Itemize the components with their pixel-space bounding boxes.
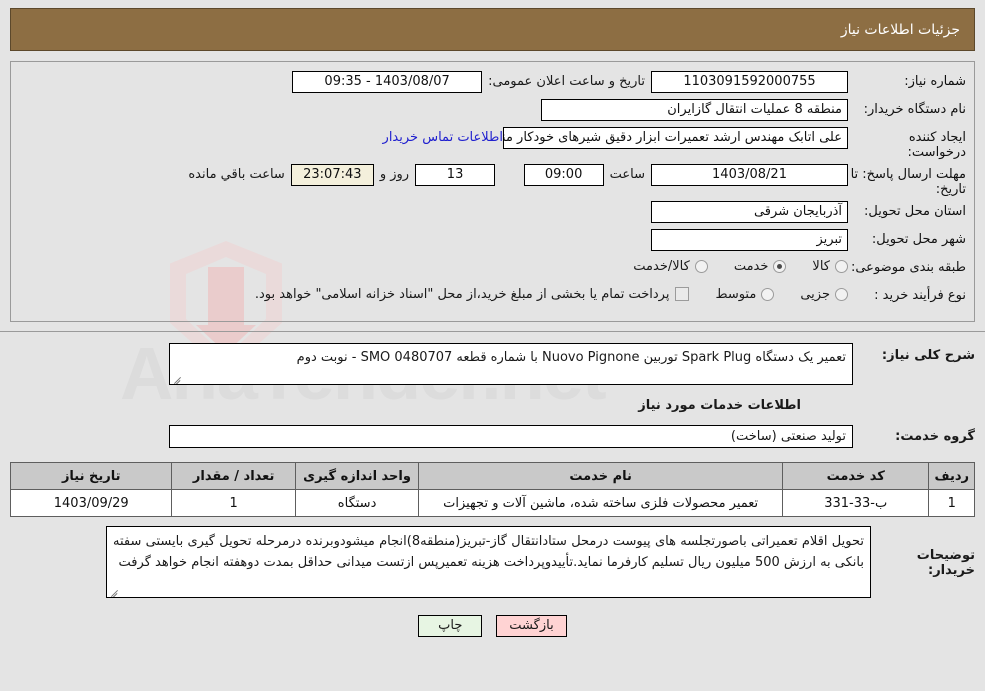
treasury-checkbox-label: پرداخت تمام یا بخشی از مبلغ خرید،از محل … [254,287,670,302]
remaining-hours-label: ساعت باقي مانده [188,167,285,182]
spacer-gap [495,164,524,182]
buyer-contact-link[interactable]: اطلاعات تماس خریدار [383,127,503,145]
announce-datetime-field[interactable]: 1403/08/07 - 09:35 [292,71,483,93]
row-buyer-notes: توضیحات خریدار: تحویل اقلام تعمیراتی باص… [10,526,975,598]
row-need-number: شماره نیاز: 1103091592000755 تاریخ و ساع… [19,71,966,95]
th-need-date: تاریخ نیاز [9,462,173,490]
back-button[interactable]: بازگشت [496,615,567,637]
process-radio-minor[interactable]: جزیی [800,287,848,302]
need-number-field[interactable]: 1103091592000755 [651,71,848,93]
row-deadline: مهلت ارسال پاسخ: تا تاریخ: 1403/08/21 سا… [19,164,966,197]
province-field[interactable]: آذربایجان شرقی [651,201,848,223]
row-category: طبقه بندی موضوعی: کالا خدمت کالا/خدمت [19,257,966,281]
details-section: شرح کلی نیاز: تعمیر یک دستگاه Spark Plug… [10,343,975,448]
row-general-description: شرح کلی نیاز: تعمیر یک دستگاه Spark Plug… [10,343,975,385]
cell-radif: 1 [928,489,975,517]
table-header-row: ردیف کد خدمت نام خدمت واحد اندازه گیری ت… [9,462,975,490]
row-buyer-org: نام دستگاه خریدار: منطقه 8 عملیات انتقال… [19,99,966,123]
resize-grip-icon[interactable] [172,373,182,383]
cell-unit: دستگاه [294,489,420,517]
buyer-org-field[interactable]: منطقه 8 عملیات انتقال گازایران [541,99,848,121]
deadline-label: مهلت ارسال پاسخ: تا تاریخ: [850,167,966,197]
process-label: نوع فرأیند خرید : [874,288,966,303]
general-description-textarea[interactable]: تعمیر یک دستگاه Spark Plug توربین Nuovo … [169,343,853,385]
category-radio-group: کالا خدمت کالا/خدمت [607,257,848,274]
cell-service-code: ب-33-331 [781,489,930,517]
deadline-hour-field[interactable]: 09:00 [523,164,604,186]
creator-label: ایجاد کننده درخواست: [907,130,966,160]
row-city: شهر محل تحویل: تبریز [19,229,966,253]
row-service-group: گروه خدمت: تولید صنعتی (ساخت) [10,425,975,448]
category-radio-goods[interactable]: کالا [812,259,848,274]
service-group-label: گروه خدمت: [895,429,975,444]
footer-actions: بازگشت چاپ [0,615,985,637]
cell-service-name: تعمیر محصولات فلزی ساخته شده، ماشین آلات… [418,489,783,517]
category-radio-service-label: خدمت [733,259,769,274]
page-root: AriaTender.net جزئیات اطلاعات نیاز شماره… [0,8,985,691]
category-radio-goods-service-label: کالا/خدمت [633,259,690,274]
radio-icon[interactable] [835,288,848,301]
category-radio-goods-label: کالا [812,259,830,274]
announce-label: تاریخ و ساعت اعلان عمومی: [488,74,645,89]
th-service-code: کد خدمت [781,462,930,490]
buyer-notes-label: توضیحات خریدار: [916,548,975,578]
need-info-panel: شماره نیاز: 1103091592000755 تاریخ و ساع… [10,61,975,322]
row-creator: ایجاد کننده درخواست: علی اتابک مهندس ارش… [19,127,966,160]
need-number-label: شماره نیاز: [904,74,966,89]
category-radio-service[interactable]: خدمت [734,259,787,274]
category-label: طبقه بندی موضوعی: [850,260,966,275]
print-button[interactable]: چاپ [418,615,483,637]
page-header: جزئیات اطلاعات نیاز [10,8,975,51]
buyer-org-label: نام دستگاه خریدار: [863,102,966,117]
process-radio-medium-label: متوسط [715,287,757,302]
radio-icon[interactable] [773,260,787,273]
th-radif: ردیف [928,462,975,490]
row-process-type: نوع فرأیند خرید : جزیی متوسط پرداخت تمام… [19,285,966,309]
th-quantity: تعداد / مقدار [171,462,296,490]
radio-icon[interactable] [835,260,848,273]
buyer-notes-textarea[interactable]: تحویل اقلام تعمیراتی باصورتجلسه های پیوس… [106,526,871,598]
table-row: 1 ب-33-331 تعمیر محصولات فلزی ساخته شده،… [9,489,975,517]
th-service-name: نام خدمت [418,462,783,490]
cell-need-date: 1403/09/29 [9,489,173,517]
category-radio-goods-service[interactable]: کالا/خدمت [633,259,708,274]
remaining-days-label: روز و [379,167,410,182]
province-label: استان محل تحویل: [864,204,966,219]
remaining-time-field[interactable]: 23:07:43 [290,164,374,186]
process-radio-group: جزیی متوسط [689,285,848,302]
general-description-label: شرح کلی نیاز: [881,348,975,363]
deadline-hour-label: ساعت [609,167,645,182]
buyer-notes-text: تحویل اقلام تعمیراتی باصورتجلسه های پیوس… [113,534,864,570]
process-radio-minor-label: جزیی [800,287,830,302]
services-section-title: اطلاعات خدمات مورد نیاز [638,398,801,413]
th-unit: واحد اندازه گیری [294,462,420,490]
section-divider [0,331,985,332]
city-field[interactable]: تبریز [651,229,848,251]
row-province: استان محل تحویل: آذربایجان شرقی [19,201,966,225]
general-description-text: تعمیر یک دستگاه Spark Plug توربین Nuovo … [296,350,846,365]
services-table: ردیف کد خدمت نام خدمت واحد اندازه گیری ت… [9,462,975,517]
deadline-date-field[interactable]: 1403/08/21 [651,164,848,186]
checkbox-icon[interactable] [675,287,690,301]
creator-field[interactable]: علی اتابک مهندس ارشد تعمیرات ابزار دقیق … [503,127,848,149]
cell-quantity: 1 [171,489,296,517]
treasury-checkbox-wrap[interactable]: پرداخت تمام یا بخشی از مبلغ خرید،از محل … [255,285,690,303]
service-group-field[interactable]: تولید صنعتی (ساخت) [169,425,853,448]
radio-icon[interactable] [694,260,708,273]
remaining-days-field[interactable]: 13 [415,164,496,186]
resize-grip-icon[interactable] [109,586,119,596]
city-label: شهر محل تحویل: [871,232,966,247]
radio-icon[interactable] [761,288,775,301]
process-radio-medium[interactable]: متوسط [715,287,775,302]
page-title: جزئیات اطلاعات نیاز [840,21,960,38]
